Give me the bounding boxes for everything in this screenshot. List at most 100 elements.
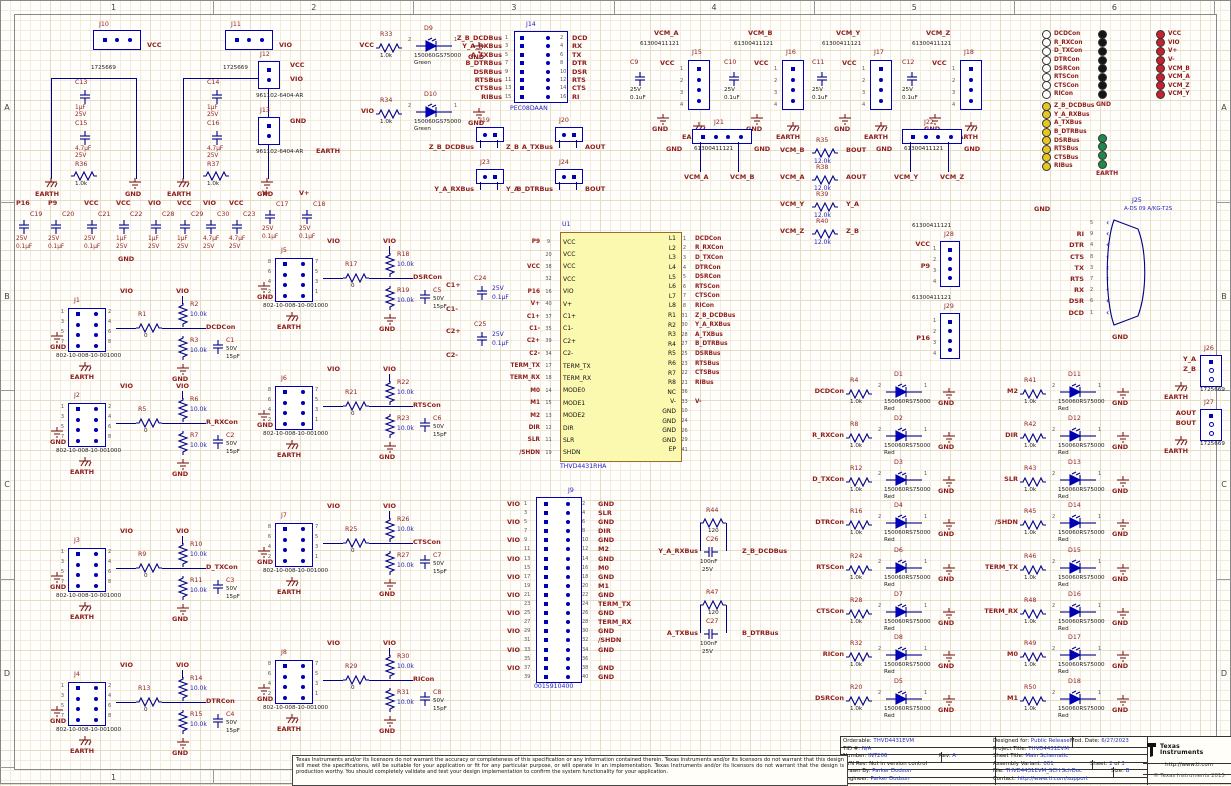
testpoint[interactable] (1098, 82, 1154, 91)
decoupling-cap-module[interactable]: VCC C21 25V 0.1µF (84, 200, 118, 256)
testpoint-column[interactable]: DCDConR_RXConD_TXConDTRConDSRConRTSConCT… (1042, 30, 1098, 99)
cap-designator: C3 (226, 578, 234, 584)
rc-termination-module[interactable]: R47 120 C27 A_TXBus B_DTRBus 100nF 25V (648, 590, 798, 660)
testpoint[interactable]: DSRBus (1042, 136, 1098, 145)
rs232-channel-module[interactable]: VIO J8 8642 7531 802-10-008-10-001000 GN… (257, 640, 469, 736)
capacitor-icon (419, 692, 431, 706)
testpoint[interactable]: A_TXBus (1042, 119, 1098, 128)
jumper-2pin-module[interactable]: J24 B_DTRBus BOUT (497, 160, 637, 198)
vcm-pair-module[interactable]: J22 GND GND 61300411121 VCM_Y VCM_Z (876, 120, 986, 190)
led-indicator-row[interactable]: /SHDN R45 1.0k D14 2 1 GND 150060RS75000… (974, 503, 1152, 547)
testpoint[interactable]: R_RXCon (1042, 39, 1098, 48)
decoupling-cap-module[interactable]: V+ C18 25V 0.1µF (299, 190, 333, 246)
testpoint[interactable]: RTSCon (1042, 73, 1098, 82)
testpoint[interactable] (1098, 134, 1154, 143)
testpoint[interactable] (1098, 64, 1154, 73)
testpoint[interactable]: VCM_Y (1156, 90, 1212, 99)
rs232-channel-module[interactable]: VIO J6 8642 7531 802-10-008-10-001000 GN… (257, 366, 469, 462)
rs232-channel-module[interactable]: VIO J5 8642 7531 802-10-008-10-001000 GN… (257, 238, 469, 334)
charge-pump-cap-module[interactable]: C24 C1+ 25V 0.1µF C1- (446, 276, 516, 318)
testpoint[interactable]: B_DTRBus (1042, 128, 1098, 137)
testpoint[interactable]: VCM_A (1156, 73, 1212, 82)
testpoint[interactable]: V- (1156, 56, 1212, 65)
testpoint[interactable]: DTRCon (1042, 56, 1098, 65)
decoupling-cap-module[interactable]: P16 C19 25V 0.1µF (16, 200, 50, 256)
testpoint[interactable]: RICon (1042, 90, 1098, 99)
charge-pump-cap-module[interactable]: C25 C2+ 25V 0.1µF C2- (446, 322, 516, 364)
rs232-channel-module[interactable]: VIO J4 1357 2468 802-10-008-10-001000 GN… (50, 662, 262, 758)
series-resistor-net[interactable]: VCM_A R38 12.0k AOUT (780, 165, 890, 195)
testpoint[interactable] (1098, 90, 1154, 99)
header-3pin-module[interactable]: J27 AOUTBOUT EARTH 1725669 (1160, 400, 1230, 458)
led-indicator-row[interactable]: DIR R42 1.0k D12 2 1 GND 150060RS75000 R… (974, 416, 1152, 460)
vcm-pair-module[interactable]: J21 GND GND 61300411121 VCM_A VCM_B (666, 120, 776, 190)
pin-dot (566, 648, 570, 652)
cap-voltage: 25V (492, 286, 504, 292)
led-indicator-row[interactable]: M0 R49 1.0k D17 2 1 GND 150060RS75000 Re… (974, 635, 1152, 679)
testpoint[interactable] (1098, 47, 1154, 56)
led-indicator-row[interactable]: CTSCon R28 1.0k D7 2 1 GND 150060RS75000… (800, 592, 978, 636)
testpoint[interactable] (1098, 151, 1154, 160)
header-4pin-module[interactable]: 61300411121 J29 1234 P16 (908, 296, 988, 368)
testpoint[interactable]: VCM_Z (1156, 82, 1212, 91)
series-resistor-net[interactable]: VCM_Z R40 12.0k Z_B (780, 219, 890, 249)
testpoint[interactable]: D_TXCon (1042, 47, 1098, 56)
testpoint[interactable]: V+ (1156, 47, 1212, 56)
testpoint-column[interactable]: GND (1098, 30, 1154, 108)
testpoint[interactable]: VCM_B (1156, 64, 1212, 73)
testpoint-column[interactable]: VCCVIOV+V-VCM_BVCM_AVCM_ZVCM_Y (1156, 30, 1212, 99)
led-indicator-row[interactable]: DSRCon R20 1.0k D5 2 1 GND 150060RS75000… (800, 679, 978, 723)
led-indicator-row[interactable]: TERM_TX R46 1.0k D15 2 1 GND 150060RS750… (974, 548, 1152, 592)
testpoint[interactable]: VCC (1156, 30, 1212, 39)
resistor-icon (846, 433, 872, 443)
led-indicator-row[interactable]: RICon R32 1.0k D8 2 1 GND 150060RS75000 … (800, 635, 978, 679)
testpoint[interactable]: RTSBus (1042, 145, 1098, 154)
decoupling-cap-module[interactable]: VCC C23 4.7µF 25V (229, 200, 263, 256)
led-indicator-row[interactable]: M1 R50 1.0k D18 2 1 GND 150060RS75000 Re… (974, 679, 1152, 723)
testpoint[interactable]: DCDCon (1042, 30, 1098, 39)
testpoint[interactable]: DSRCon (1042, 64, 1098, 73)
led-indicator-row[interactable]: VCC R33 1.0k D9 2 1 GND 150060GS75000 Gr… (330, 26, 508, 70)
testpoint-column[interactable]: EARTH (1098, 134, 1154, 177)
testpoint[interactable] (1098, 39, 1154, 48)
header-2pin-module[interactable]: J12 VCC VIO 961102-6404-AR (256, 52, 340, 110)
testpoint[interactable] (1098, 160, 1154, 169)
testpoint[interactable]: Z_B_DCDBus (1042, 102, 1098, 111)
decoupling-cap-module[interactable]: V- C17 25V 0.1µF (262, 190, 296, 246)
power-input-module[interactable]: J10 1725669 VCC C13 1µF 25V C15 4.7µF 25… (35, 22, 175, 207)
testpoint[interactable]: CTSBus (1042, 154, 1098, 163)
ic-u1-thvd4431[interactable]: U1 P99VCC20VCCVCC38VCC32VCCP1616VIOV+40V… (498, 222, 798, 482)
testpoint[interactable]: RIBus (1042, 162, 1098, 171)
led-indicator-row[interactable]: D_TXCon R12 1.0k D3 2 1 GND 150060RS7500… (800, 460, 978, 504)
rs232-channel-module[interactable]: VIO J1 1357 2468 802-10-008-10-001000 GN… (50, 288, 262, 384)
testpoint[interactable]: VIO (1156, 39, 1212, 48)
connector-j25-db9[interactable]: GND J25 A-DS 09 A/KG-T2S 5 ‹ RI 9 ‹ DTR … (1028, 198, 1208, 343)
header-4pin-module[interactable]: 61300411121 J28 1234 VCCP9 (908, 224, 988, 296)
rc-termination-module[interactable]: R44 120 C26 Y_A_RXBus Z_B_DCDBus 100nF 2… (648, 508, 798, 578)
led-indicator-row[interactable]: TERM_RX R48 1.0k D16 2 1 GND 150060RS750… (974, 592, 1152, 636)
rs232-channel-module[interactable]: VIO J2 1357 2468 802-10-008-10-001000 GN… (50, 383, 262, 479)
testpoint[interactable] (1098, 143, 1154, 152)
led-indicator-row[interactable]: DCDCon R4 1.0k D1 2 1 GND 150060RS75000 … (800, 372, 978, 416)
decoupling-cap-module[interactable]: P9 C20 25V 0.1µF (48, 200, 82, 256)
led-indicator-row[interactable]: R_RXCon R8 1.0k D2 2 1 GND 150060RS75000… (800, 416, 978, 460)
rs232-channel-module[interactable]: VIO J7 8642 7531 802-10-008-10-001000 GN… (257, 503, 469, 599)
led-indicator-row[interactable]: M2 R41 1.0k D11 2 1 GND 150060RS75000 Re… (974, 372, 1152, 416)
testpoint-column[interactable]: Z_B_DCDBusY_A_RXBusA_TXBusB_DTRBusDSRBus… (1042, 102, 1098, 171)
testpoint[interactable] (1098, 73, 1154, 82)
testpoint[interactable]: CTSCon (1042, 82, 1098, 91)
jumper-2pin-module[interactable]: J20 A_TXBus AOUT (497, 118, 637, 156)
rs232-channel-module[interactable]: VIO J3 1357 2468 802-10-008-10-001000 GN… (50, 528, 262, 624)
testpoint[interactable] (1098, 56, 1154, 65)
decoupling-cap-module[interactable]: VCC C22 1µF 25V (116, 200, 150, 256)
series-resistor-net[interactable]: VCM_Y R39 12.0k Y_A (780, 192, 890, 222)
header-3pin-module[interactable]: J26 Y_AZ_B EARTH 1725669 (1160, 346, 1230, 404)
testpoint[interactable]: Y_A_RXBus (1042, 111, 1098, 120)
led-indicator-row[interactable]: SLR R43 1.0k D13 2 1 GND 150060RS75000 R… (974, 460, 1152, 504)
led-indicator-row[interactable]: DTRCon R16 1.0k D4 2 1 GND 150060RS75000… (800, 503, 978, 547)
testpoint[interactable] (1098, 30, 1154, 39)
led-indicator-row[interactable]: RTSCon R24 1.0k D6 2 1 GND 150060RS75000… (800, 548, 978, 592)
resistor-icon (385, 414, 395, 438)
ruler-left: ABCD (0, 14, 14, 768)
series-resistor-net[interactable]: VCM_B R35 12.0k BOUT (780, 138, 890, 168)
